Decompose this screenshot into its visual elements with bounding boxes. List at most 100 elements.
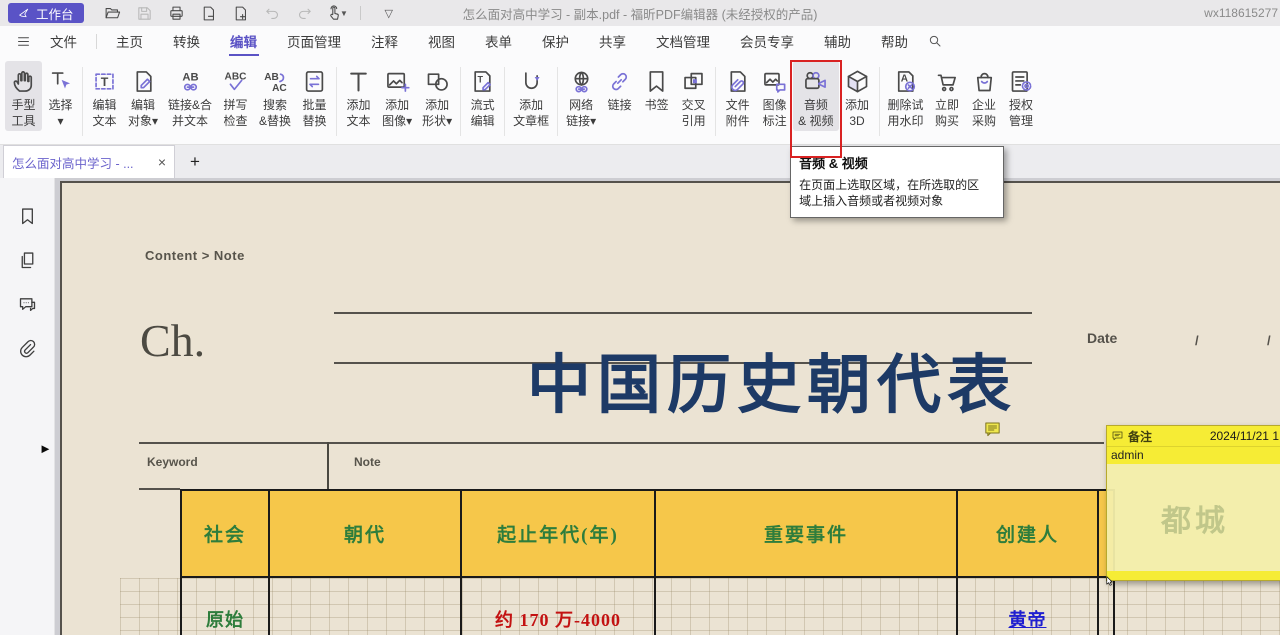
- menu-help[interactable]: 帮助: [866, 26, 923, 56]
- toolbar-button-label: 文件附件: [726, 98, 750, 129]
- document-tab[interactable]: 怎么面对高中学习 - ... ×: [3, 145, 175, 178]
- toolbar-button-edit-object[interactable]: 编辑对象▾: [123, 61, 163, 131]
- menu-share[interactable]: 共享: [584, 26, 641, 56]
- add-shape-icon: [424, 64, 451, 98]
- toolbar-button-label: 立即购买: [935, 98, 959, 129]
- toolbar-button-add-shape[interactable]: 添加形状▾: [417, 61, 457, 131]
- toolbar-button-remove-trial-watermark[interactable]: A 删除试用水印: [883, 61, 929, 131]
- toolbar-button-batch-replace[interactable]: 批量替换: [296, 61, 333, 131]
- svg-text:ABC: ABC: [225, 71, 248, 82]
- expand-panel-handle[interactable]: ►: [39, 441, 52, 456]
- resize-cursor-icon: [1103, 575, 1116, 588]
- tooltip-title: 音频 & 视频: [799, 153, 995, 172]
- add-page-icon[interactable]: [228, 2, 254, 24]
- toolbar-button-flow-edit[interactable]: T 流式编辑: [464, 61, 501, 131]
- extract-page-icon[interactable]: [196, 2, 222, 24]
- hand-pointer-icon[interactable]: ▼: [324, 2, 350, 24]
- svg-text:T: T: [478, 74, 484, 84]
- collapse-toolbar-icon[interactable]: ▽: [385, 7, 393, 20]
- link-icon: [606, 64, 633, 98]
- menu-protect[interactable]: 保护: [527, 26, 584, 56]
- article-box-icon: [518, 64, 545, 98]
- sticky-note-author: admin: [1107, 446, 1280, 464]
- sticky-note-body[interactable]: 都城: [1107, 464, 1280, 571]
- toolbar-button-select[interactable]: 选择▾: [42, 61, 79, 131]
- menu-accessibility[interactable]: 辅助: [809, 26, 866, 56]
- video-camera-icon: [802, 64, 829, 98]
- print-icon[interactable]: [164, 2, 190, 24]
- toolbar-button-audio-video[interactable]: 音频& 视频 音频 & 视频 在页面上选取区域，在所选取的区 域上插入音频或者视…: [793, 61, 838, 131]
- toolbar-button-add-3d[interactable]: 添加3D: [839, 61, 876, 131]
- page-breadcrumb: Content > Note: [145, 248, 245, 263]
- toolbar-button-web-link[interactable]: 网络链接▾: [561, 61, 601, 131]
- header-cell-dynasty: 朝代: [270, 491, 462, 576]
- toolbar-button-label: 添加文本: [347, 98, 371, 129]
- document-title: 中国历史朝代表: [447, 351, 1097, 421]
- file-attachment-icon: [724, 64, 751, 98]
- toolbar-button-label: 图像标注: [763, 98, 787, 129]
- sticky-note-header[interactable]: 备注 2024/11/21 1: [1107, 426, 1280, 446]
- menu-home[interactable]: 主页: [101, 26, 158, 56]
- divider: [879, 67, 880, 136]
- sticky-note-popup[interactable]: 备注 2024/11/21 1 admin 都城: [1106, 425, 1280, 581]
- toolbar-button-label: 企业采购: [972, 98, 996, 129]
- hand-icon: [10, 64, 37, 98]
- divider: [82, 67, 83, 136]
- menu-convert[interactable]: 转换: [158, 26, 215, 56]
- toolbar-button-edit-text[interactable]: T 编辑文本: [86, 61, 123, 131]
- cell-period: 约 170 万-4000: [462, 576, 656, 635]
- attachments-panel-icon[interactable]: [17, 338, 38, 359]
- chapter-label: Ch.: [140, 314, 205, 367]
- undo-icon[interactable]: [260, 2, 286, 24]
- sticky-note-date: 2024/11/21 1: [1210, 429, 1279, 443]
- bookmarks-panel-icon[interactable]: [17, 206, 38, 227]
- comments-panel-icon[interactable]: [17, 294, 38, 315]
- toolbar-button-search-replace[interactable]: ABAC 搜索&替换: [254, 61, 296, 131]
- cell-events: [656, 576, 958, 635]
- web-link-icon: [568, 64, 595, 98]
- table-row: 原始 约 170 万-4000 黄帝: [182, 576, 1113, 635]
- toolbar-button-image-annotation[interactable]: 图像标注: [756, 61, 793, 131]
- menu-member-exclusive[interactable]: 会员专享: [725, 26, 809, 56]
- divider: [460, 67, 461, 136]
- open-file-icon[interactable]: [100, 2, 126, 24]
- menu-file[interactable]: 文件: [35, 26, 92, 56]
- toolbar-button-add-image[interactable]: 添加图像▾: [377, 61, 417, 131]
- hamburger-icon[interactable]: [16, 34, 31, 49]
- toolbar-button-bookmark[interactable]: 书签: [638, 61, 675, 116]
- toolbar-button-add-text[interactable]: 添加文本: [340, 61, 377, 131]
- menu-document-management[interactable]: 文档管理: [641, 26, 725, 56]
- toolbar-button-link-merge-text[interactable]: AB 链接&合并文本: [163, 61, 217, 131]
- note-annotation-icon[interactable]: [984, 421, 1001, 442]
- toolbar-button-add-article-box[interactable]: 添加文章框: [508, 61, 554, 131]
- ghost-text: 都城: [1161, 496, 1229, 540]
- menu-view[interactable]: 视图: [413, 26, 470, 56]
- toolbar-button-cross-reference[interactable]: 交叉引用: [675, 61, 712, 131]
- cube-3d-icon: [844, 64, 871, 98]
- search-icon[interactable]: [927, 33, 943, 49]
- redo-icon[interactable]: [292, 2, 318, 24]
- toolbar-button-enterprise-purchase[interactable]: 企业采购: [966, 61, 1003, 131]
- caret-down-icon: ▼: [340, 9, 348, 18]
- toolbar-button-buy-now[interactable]: 立即购买: [929, 61, 966, 131]
- toolbar-button-link[interactable]: 链接: [601, 61, 638, 116]
- menu-edit[interactable]: 编辑: [215, 26, 272, 56]
- toolbar-button-hand-tool[interactable]: 手型工具: [5, 61, 42, 131]
- save-icon[interactable]: [132, 2, 158, 24]
- menu-comment[interactable]: 注释: [356, 26, 413, 56]
- tab-title: 怎么面对高中学习 - ...: [12, 153, 152, 172]
- menu-page-management[interactable]: 页面管理: [272, 26, 356, 56]
- founder-link[interactable]: 黄帝: [1009, 606, 1047, 632]
- spell-check-icon: ABC: [222, 64, 249, 98]
- toolbar-button-spell-check[interactable]: ABC 拼写检查: [217, 61, 254, 131]
- bookmark-icon: [643, 64, 670, 98]
- edit-ribbon: 手型工具 选择▾ T 编辑文本 编辑对象▾ AB 链接&合并文本 ABC 拼写检…: [0, 56, 1280, 145]
- toolbar-button-license-management[interactable]: 授权管理: [1003, 61, 1040, 131]
- toolbar-button-label: 链接&合并文本: [168, 98, 212, 129]
- new-tab-button[interactable]: +: [175, 145, 215, 178]
- workspace-button[interactable]: 工作台: [8, 3, 84, 23]
- pages-panel-icon[interactable]: [17, 250, 38, 271]
- toolbar-button-file-attachment[interactable]: 文件附件: [719, 61, 756, 131]
- menu-form[interactable]: 表单: [470, 26, 527, 56]
- close-tab-icon[interactable]: ×: [158, 154, 166, 170]
